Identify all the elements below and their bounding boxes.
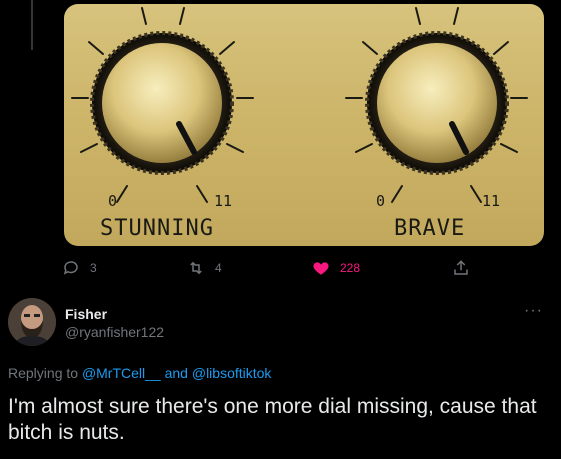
left-knob-label: STUNNING	[100, 216, 214, 241]
avatar[interactable]	[8, 298, 56, 346]
left-knob-cap	[102, 43, 222, 163]
right-knob-min-label: 0	[376, 192, 386, 210]
avatar-photo	[8, 298, 56, 346]
thread-line	[31, 0, 33, 50]
tweet-media-image[interactable]: 0 11 STUNNING 0 11 BRAVE	[64, 4, 544, 246]
left-knob-max-label: 11	[214, 192, 233, 210]
share-icon	[454, 260, 468, 275]
reply-author-handle[interactable]: @ryanfisher122	[65, 324, 164, 340]
mention-link-1[interactable]: @MrTCell__	[82, 365, 161, 381]
more-options-icon[interactable]: ···	[524, 302, 543, 320]
reply-button[interactable]: 3	[62, 259, 97, 277]
retweet-count: 4	[215, 261, 222, 275]
right-knob-label: BRAVE	[394, 216, 466, 241]
knobs-illustration	[71, 7, 528, 203]
right-knob-cap	[377, 43, 497, 163]
right-knob-max-label: 11	[482, 192, 501, 210]
reply-icon	[63, 261, 78, 275]
retweet-icon	[190, 261, 202, 275]
reply-author-row: Fisher @ryanfisher122 ···	[8, 298, 553, 348]
tweet-action-bar: 3 4 228	[62, 259, 561, 279]
mention-link-2[interactable]: @libsoftiktok	[192, 365, 272, 381]
reply-tweet-text: I'm almost sure there's one more dial mi…	[8, 395, 537, 444]
heart-icon	[313, 262, 329, 275]
reply-count: 3	[90, 261, 97, 275]
replying-prefix: Replying to	[8, 365, 79, 381]
mention-conjunction: and	[164, 365, 188, 381]
like-button[interactable]: 228	[312, 259, 360, 277]
replying-to-line: Replying to @MrTCell__ and @libsoftiktok	[8, 365, 271, 381]
share-button[interactable]	[452, 259, 470, 277]
left-knob-min-label: 0	[108, 192, 118, 210]
like-count: 228	[340, 261, 361, 275]
retweet-button[interactable]: 4	[187, 259, 222, 277]
reply-author-name[interactable]: Fisher	[65, 306, 107, 322]
